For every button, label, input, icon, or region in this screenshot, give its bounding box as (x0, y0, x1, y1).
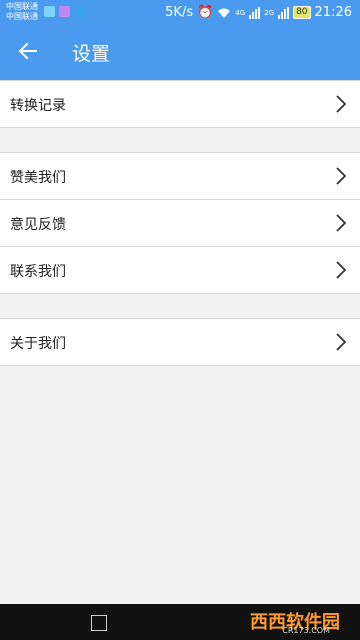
settings-item-label: 关于我们 (10, 336, 66, 352)
settings-group-3: 关于我们 (0, 318, 360, 366)
settings-item-about[interactable]: 关于我们 (0, 319, 360, 365)
status-indicators: 5K/s ⏰ 4G 2G 80 21:26 (165, 0, 352, 25)
settings-group-1: 转换记录 (0, 80, 360, 128)
app-bar: 设置 (0, 25, 360, 80)
status-bar: 中国联通 中国联通 5K/s ⏰ 4G 2G 80 21:26 (0, 0, 360, 25)
back-arrow-icon[interactable] (16, 39, 40, 63)
section-divider (0, 294, 360, 318)
section-divider (0, 128, 360, 152)
signal-icon (249, 6, 261, 19)
alarm-icon: ⏰ (197, 5, 214, 20)
settings-item-label: 意见反馈 (10, 217, 66, 233)
carrier-label-1: 中国联通 (6, 2, 38, 11)
carrier-info: 中国联通 中国联通 (6, 2, 38, 22)
chevron-right-icon (336, 167, 346, 185)
network-type-1: 4G (235, 8, 246, 17)
page-title: 设置 (72, 43, 111, 65)
chevron-right-icon (336, 95, 346, 113)
system-nav-bar: 西西软件园 CR173.COM (0, 604, 360, 640)
settings-item-contact[interactable]: 联系我们 (0, 247, 360, 293)
settings-item-feedback[interactable]: 意见反馈 (0, 200, 360, 247)
signal-icon (278, 6, 290, 19)
settings-item-label: 赞美我们 (10, 170, 66, 186)
network-speed: 5K/s (165, 5, 194, 20)
app-notification-icon (59, 6, 70, 17)
network-type-2: 2G (264, 8, 275, 17)
chevron-right-icon (336, 333, 346, 351)
settings-item-label: 转换记录 (10, 98, 66, 114)
settings-item-praise[interactable]: 赞美我们 (0, 153, 360, 200)
settings-list: 转换记录 赞美我们 意见反馈 联系我们 关于我们 (0, 80, 360, 366)
battery-icon: 80 (293, 6, 311, 19)
settings-group-2: 赞美我们 意见反馈 联系我们 (0, 152, 360, 294)
app-notification-icon (44, 6, 55, 17)
chevron-right-icon (336, 261, 346, 279)
wifi-icon (218, 8, 231, 18)
play-store-icon (74, 6, 85, 17)
carrier-label-2: 中国联通 (6, 12, 38, 21)
clock: 21:26 (314, 5, 352, 20)
chevron-right-icon (336, 214, 346, 232)
settings-item-history[interactable]: 转换记录 (0, 81, 360, 127)
settings-item-label: 联系我们 (10, 264, 66, 280)
notification-icons (44, 6, 85, 17)
recent-apps-button[interactable] (91, 615, 107, 631)
watermark-subtext: CR173.COM (282, 626, 330, 635)
